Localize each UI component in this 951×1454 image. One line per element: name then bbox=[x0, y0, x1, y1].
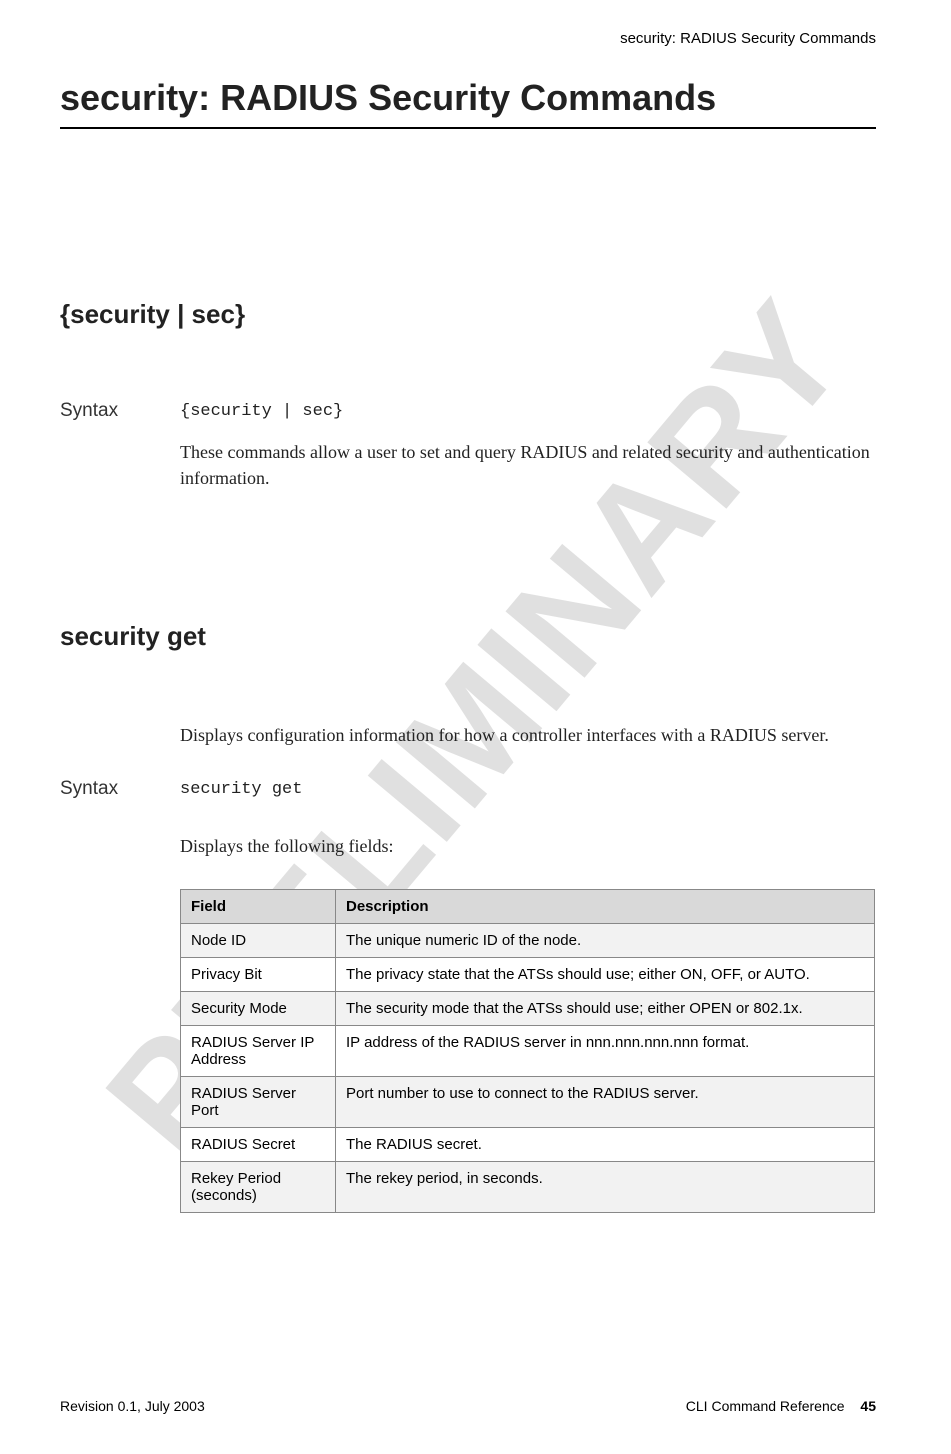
cell-description: The RADIUS secret. bbox=[336, 1127, 875, 1161]
cell-description: Port number to use to connect to the RAD… bbox=[336, 1076, 875, 1127]
th-description: Description bbox=[336, 889, 875, 923]
cell-field: RADIUS Secret bbox=[181, 1127, 336, 1161]
spacer bbox=[60, 439, 180, 491]
syntax-code: {security | sec} bbox=[180, 400, 876, 425]
page-content: security: RADIUS Security Commands secur… bbox=[0, 0, 951, 1454]
table-row: Node ID The unique numeric ID of the nod… bbox=[181, 923, 875, 957]
page-title: security: RADIUS Security Commands bbox=[60, 77, 876, 119]
table-row: Rekey Period (seconds) The rekey period,… bbox=[181, 1161, 875, 1212]
cell-description: The privacy state that the ATSs should u… bbox=[336, 957, 875, 991]
fields-intro: Displays the following fields: bbox=[180, 833, 876, 859]
security-get-intro: Displays configuration information for h… bbox=[180, 722, 876, 748]
section-heading-security-sec: {security | sec} bbox=[60, 299, 876, 330]
cell-field: Privacy Bit bbox=[181, 957, 336, 991]
syntax-code: security get bbox=[180, 778, 876, 803]
spacer bbox=[60, 722, 180, 748]
fields-table: Field Description Node ID The unique num… bbox=[180, 889, 875, 1213]
title-divider bbox=[60, 127, 876, 129]
th-field: Field bbox=[181, 889, 336, 923]
footer-revision: Revision 0.1, July 2003 bbox=[60, 1398, 205, 1414]
cell-field: Rekey Period (seconds) bbox=[181, 1161, 336, 1212]
table-header-row: Field Description bbox=[181, 889, 875, 923]
running-header: security: RADIUS Security Commands bbox=[60, 30, 876, 47]
table-row: Security Mode The security mode that the… bbox=[181, 991, 875, 1025]
cell-description: The unique numeric ID of the node. bbox=[336, 923, 875, 957]
cell-field: Node ID bbox=[181, 923, 336, 957]
table-row: RADIUS Server IP Address IP address of t… bbox=[181, 1025, 875, 1076]
cell-field: Security Mode bbox=[181, 991, 336, 1025]
section-heading-security-get: security get bbox=[60, 621, 876, 652]
footer-page: 45 bbox=[860, 1398, 876, 1414]
cell-field: RADIUS Server Port bbox=[181, 1076, 336, 1127]
cell-description: The security mode that the ATSs should u… bbox=[336, 991, 875, 1025]
footer-right: CLI Command Reference 45 bbox=[686, 1398, 876, 1414]
cell-field: RADIUS Server IP Address bbox=[181, 1025, 336, 1076]
table-row: RADIUS Server Port Port number to use to… bbox=[181, 1076, 875, 1127]
spacer bbox=[60, 833, 180, 859]
page-footer: Revision 0.1, July 2003 CLI Command Refe… bbox=[60, 1398, 876, 1414]
table-row: Privacy Bit The privacy state that the A… bbox=[181, 957, 875, 991]
cell-description: IP address of the RADIUS server in nnn.n… bbox=[336, 1025, 875, 1076]
syntax-label: Syntax bbox=[60, 778, 180, 803]
footer-doc: CLI Command Reference bbox=[686, 1398, 845, 1414]
cell-description: The rekey period, in seconds. bbox=[336, 1161, 875, 1212]
section-description: These commands allow a user to set and q… bbox=[180, 439, 876, 491]
table-row: RADIUS Secret The RADIUS secret. bbox=[181, 1127, 875, 1161]
syntax-label: Syntax bbox=[60, 400, 180, 425]
